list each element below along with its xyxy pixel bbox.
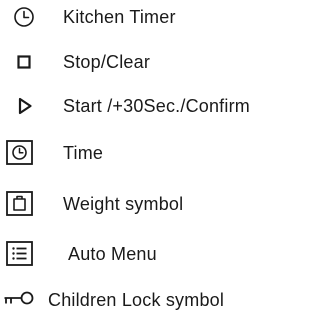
time-box-icon xyxy=(5,138,35,168)
legend-label-start: Start /+30Sec./Confirm xyxy=(63,96,250,116)
legend-label-weight: Weight symbol xyxy=(63,194,184,214)
legend-row-start: Start /+30Sec./Confirm xyxy=(0,91,313,121)
legend-label-kitchen-timer: Kitchen Timer xyxy=(63,7,176,27)
legend-label-stop-clear: Stop/Clear xyxy=(63,52,151,72)
legend-row-kitchen-timer: Kitchen Timer xyxy=(0,2,313,32)
weight-box-icon xyxy=(5,189,35,219)
legend-row-stop-clear: Stop/Clear xyxy=(0,47,313,77)
menu-list-box-icon xyxy=(5,239,35,269)
legend-label-auto-menu: Auto Menu xyxy=(68,244,157,264)
legend-label-time: Time xyxy=(63,143,104,163)
play-triangle-icon xyxy=(12,91,42,121)
legend-row-children-lock: Children Lock symbol xyxy=(0,285,313,315)
legend-row-weight: Weight symbol xyxy=(0,189,313,219)
legend-label-children-lock: Children Lock symbol xyxy=(48,290,225,310)
legend-row-auto-menu: Auto Menu xyxy=(0,239,313,269)
stop-square-icon xyxy=(12,47,42,77)
clock-icon xyxy=(12,2,42,32)
legend-row-time: Time xyxy=(0,138,313,168)
key-lock-icon xyxy=(3,285,35,315)
